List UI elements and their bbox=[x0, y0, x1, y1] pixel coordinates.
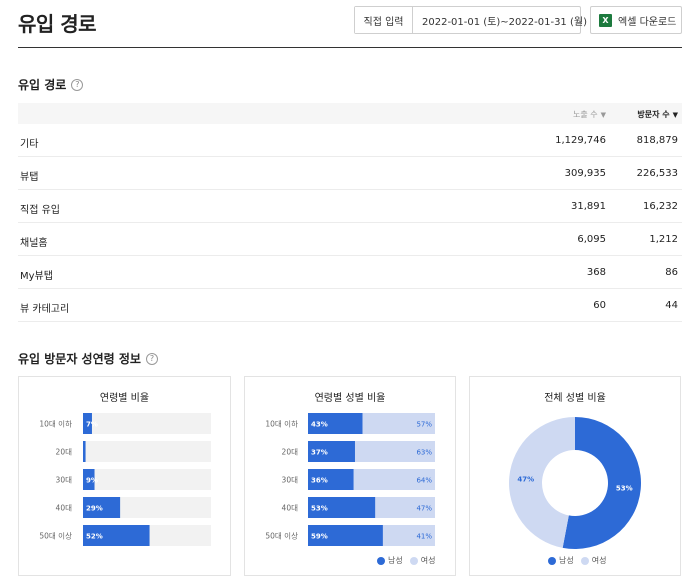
data-label: 29% bbox=[86, 505, 103, 513]
tick-label: 10대 이하 bbox=[265, 419, 298, 429]
legend-male-dot bbox=[377, 556, 385, 565]
row-visitors: 16,232 bbox=[643, 201, 678, 212]
table-row: My뷰탭 368 86 bbox=[18, 256, 682, 289]
row-impressions: 1,129,746 bbox=[555, 135, 606, 146]
data-label: 57% bbox=[416, 421, 432, 429]
row-visitors: 226,533 bbox=[636, 168, 678, 179]
data-label: 64% bbox=[416, 477, 432, 485]
date-filter: 직접 입력 2022-01-01 (토)~2022-01-31 (월) bbox=[354, 6, 587, 34]
data-label: 53% bbox=[616, 485, 633, 493]
table-row: 직접 유입 31,891 16,232 bbox=[18, 190, 682, 223]
row-impressions: 309,935 bbox=[564, 168, 606, 179]
table-row: 뷰 카테고리 60 44 bbox=[18, 289, 682, 322]
data-label: 53% bbox=[311, 505, 328, 513]
row-visitors: 86 bbox=[665, 267, 678, 278]
bar bbox=[83, 441, 86, 462]
demographics-title-text: 유입 방문자 성연령 정보 bbox=[18, 352, 141, 366]
legend-female-dot bbox=[580, 556, 589, 565]
row-name: 기타 bbox=[20, 139, 39, 150]
legend-male-label: 남성 bbox=[559, 556, 574, 565]
gender-ratio-chart: 53% 47% bbox=[508, 417, 641, 549]
row-impressions: 6,095 bbox=[577, 234, 606, 245]
data-label: 41% bbox=[416, 533, 432, 541]
help-icon[interactable]: ? bbox=[71, 78, 84, 91]
table-row: 채널홈 6,095 1,212 bbox=[18, 223, 682, 256]
excel-download-button[interactable]: X 엑셀 다운로드 bbox=[590, 6, 682, 34]
date-range-text: 2022-01-01 (토)~2022-01-31 (월) bbox=[422, 16, 587, 28]
age-ratio-chart: 10대 이하 7% 20대 30대 9% 40대 29% 50대 이상 52% bbox=[39, 413, 211, 546]
page-header: 유입 경로 직접 입력 2022-01-01 (토)~2022-01-31 (월… bbox=[18, 0, 682, 48]
data-label: 7% bbox=[86, 421, 98, 429]
legend-female-label: 여성 bbox=[591, 556, 607, 565]
age-gender-card: 연령별 성별 비율 10대 이하 43% 57% 20대 37% 63% 30대 36% 64%… bbox=[244, 376, 456, 576]
tick-label: 40대 bbox=[56, 504, 73, 513]
row-impressions: 60 bbox=[593, 300, 606, 311]
row-name: 뷰탭 bbox=[20, 172, 39, 183]
tick-label: 30대 bbox=[282, 476, 299, 485]
excel-icon: X bbox=[599, 13, 612, 27]
tick-label: 20대 bbox=[282, 448, 299, 457]
date-range-picker[interactable]: 2022-01-01 (토)~2022-01-31 (월) bbox=[413, 7, 587, 33]
table-row: 뷰탭 309,935 226,533 bbox=[18, 157, 682, 190]
inflow-table: 노출 수 ▼ 방문자 수 ▼ 기타 1,129,746 818,879 뷰탭 3… bbox=[18, 103, 682, 322]
sort-caret-icon: ▼ bbox=[672, 110, 678, 119]
tick-label: 50대 이상 bbox=[39, 531, 72, 541]
bar-track bbox=[83, 469, 211, 490]
sort-impressions-header[interactable]: 노출 수 ▼ bbox=[573, 109, 606, 120]
page-title: 유입 경로 bbox=[18, 12, 97, 36]
tick-label: 30대 bbox=[56, 476, 73, 485]
tick-label: 20대 bbox=[56, 448, 73, 457]
sort-caret-icon: ▼ bbox=[600, 110, 606, 119]
row-name: 직접 유입 bbox=[20, 205, 60, 216]
data-label: 37% bbox=[311, 449, 328, 457]
row-impressions: 368 bbox=[586, 267, 606, 278]
legend-male-dot bbox=[548, 556, 556, 565]
data-label: 9% bbox=[86, 477, 98, 485]
tick-label: 10대 이하 bbox=[39, 419, 72, 429]
row-name: 뷰 카테고리 bbox=[20, 304, 70, 315]
data-label: 36% bbox=[311, 477, 328, 485]
row-visitors: 818,879 bbox=[636, 135, 678, 146]
row-name: 채널홈 bbox=[20, 238, 48, 249]
data-label: 63% bbox=[416, 449, 432, 457]
sort-visitors-header[interactable]: 방문자 수 ▼ bbox=[637, 109, 678, 120]
inflow-title-text: 유입 경로 bbox=[18, 78, 67, 92]
row-name: My뷰탭 bbox=[20, 271, 53, 282]
table-header: 노출 수 ▼ 방문자 수 ▼ bbox=[18, 103, 682, 124]
direct-input-button[interactable]: 직접 입력 bbox=[355, 7, 413, 33]
legend-female-label: 여성 bbox=[420, 556, 436, 565]
bar-track bbox=[83, 441, 211, 462]
data-label: 47% bbox=[517, 475, 534, 483]
data-label: 59% bbox=[311, 533, 328, 541]
legend-male-label: 남성 bbox=[388, 556, 403, 565]
table-row: 기타 1,129,746 818,879 bbox=[18, 124, 682, 157]
tick-label: 40대 bbox=[282, 504, 299, 513]
data-label: 47% bbox=[416, 505, 432, 513]
inflow-section-title: 유입 경로 ? bbox=[18, 76, 84, 93]
data-label: 43% bbox=[311, 421, 328, 429]
data-label: 52% bbox=[86, 533, 103, 541]
legend-female-dot bbox=[409, 556, 418, 565]
tick-label: 50대 이상 bbox=[265, 531, 298, 541]
chart-legend: 남성 여성 bbox=[377, 555, 435, 566]
row-visitors: 44 bbox=[665, 300, 678, 311]
demographics-section-title: 유입 방문자 성연령 정보 ? bbox=[18, 350, 158, 367]
row-visitors: 1,212 bbox=[649, 234, 678, 245]
excel-download-label: 엑셀 다운로드 bbox=[618, 16, 677, 28]
impressions-header-label: 노출 수 bbox=[572, 110, 598, 119]
row-impressions: 31,891 bbox=[571, 201, 606, 212]
help-icon[interactable]: ? bbox=[145, 352, 158, 365]
age-ratio-card: 연령별 비율 10대 이하 7% 20대 30대 9% 40대 29% 50대 이상 52% bbox=[18, 376, 231, 576]
bar-track bbox=[83, 413, 211, 434]
age-gender-chart: 10대 이하 43% 57% 20대 37% 63% 30대 36% 64% 40대 53% 47% 5… bbox=[265, 413, 435, 546]
visitors-header-label: 방문자 수 bbox=[637, 110, 670, 119]
gender-ratio-card: 전체 성별 비율 53% 47% 남성 여성 bbox=[469, 376, 681, 576]
chart-legend: 남성 여성 bbox=[548, 555, 606, 566]
